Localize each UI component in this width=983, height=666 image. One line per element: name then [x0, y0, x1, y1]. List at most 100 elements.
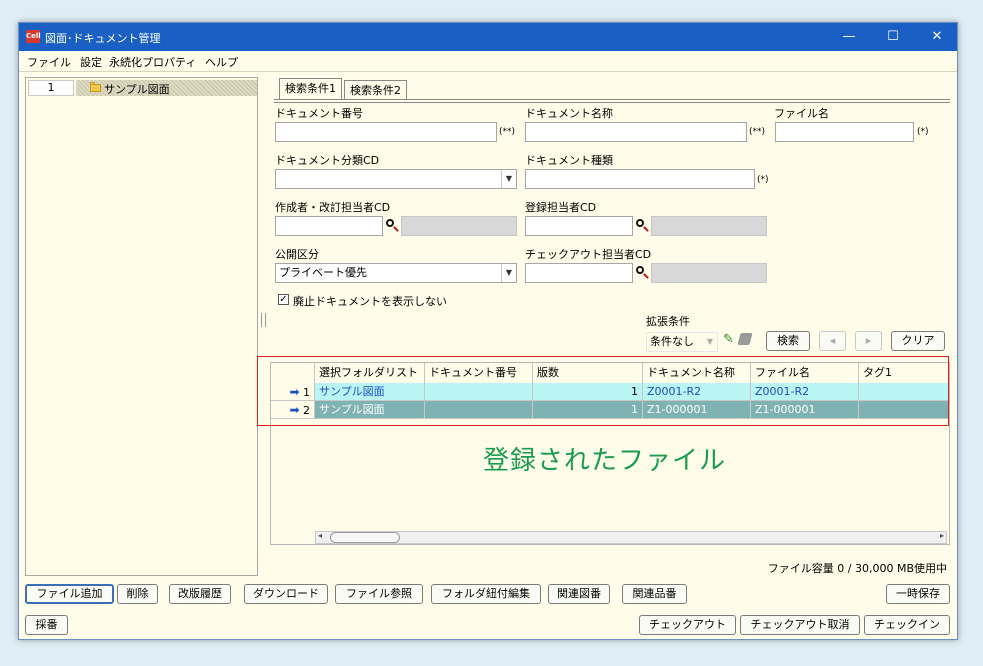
grid-header-file-name[interactable]: ファイル名	[751, 363, 859, 383]
minimize-button[interactable]: —	[827, 23, 871, 51]
prev-button[interactable]: ◂	[819, 331, 846, 351]
next-button[interactable]: ▸	[855, 331, 882, 351]
grid-header-version[interactable]: 版数	[533, 363, 643, 383]
doc-number-input[interactable]	[275, 122, 497, 142]
author-name-field	[401, 216, 517, 236]
search-icon[interactable]	[635, 218, 649, 234]
tab-search-2[interactable]: 検索条件2	[344, 80, 407, 100]
scroll-right-icon[interactable]: ▸	[940, 531, 944, 540]
checkout-user-label: チェックアウト担当者CD	[525, 248, 652, 261]
public-select-value: プライベート優先	[279, 266, 367, 279]
search-icon[interactable]	[635, 265, 649, 281]
eraser-icon[interactable]	[737, 333, 753, 345]
grid-header-doc-number[interactable]: ドキュメント番号	[425, 363, 533, 383]
chevron-down-icon: ▼	[706, 337, 714, 346]
checkin-button[interactable]: チェックイン	[864, 615, 950, 635]
search-button[interactable]: 検索	[766, 331, 810, 351]
author-code-input[interactable]	[275, 216, 383, 236]
hide-obsolete-label: 廃止ドキュメントを表示しない	[293, 295, 447, 308]
author-label: 作成者・改訂担当者CD	[275, 201, 391, 214]
doc-name-mark: (**)	[749, 127, 766, 137]
cell-file-name[interactable]: Z0001-R2	[751, 383, 859, 401]
folder-tree[interactable]: 1 サンプル図面	[25, 77, 258, 576]
add-file-button[interactable]: ファイル追加	[25, 584, 114, 604]
registrar-name-field	[651, 216, 767, 236]
arrow-right-icon: ➡	[289, 403, 300, 417]
maximize-button[interactable]: ☐	[871, 23, 915, 51]
close-button[interactable]: ✕	[915, 23, 959, 51]
checkout-user-code-input[interactable]	[525, 263, 633, 283]
menu-help[interactable]: ヘルプ	[205, 54, 238, 70]
checkout-button[interactable]: チェックアウト	[639, 615, 736, 635]
menu-persistence-properties[interactable]: 永続化プロパティ	[109, 54, 196, 70]
file-reference-button[interactable]: ファイル参照	[335, 584, 423, 604]
cell-tag1[interactable]	[859, 401, 949, 419]
related-drawing-button[interactable]: 関連図番	[548, 584, 610, 604]
scroll-left-icon[interactable]: ◂	[318, 531, 322, 540]
folder-link-edit-button[interactable]: フォルダ紐付編集	[431, 584, 541, 604]
tree-row-number: 1	[28, 80, 74, 96]
doc-number-label: ドキュメント番号	[275, 107, 363, 120]
pane-splitter[interactable]	[261, 313, 266, 327]
related-part-button[interactable]: 関連品番	[622, 584, 687, 604]
search-icon[interactable]	[385, 218, 399, 234]
tab-search-1[interactable]: 検索条件1	[279, 78, 342, 100]
numbering-button[interactable]: 採番	[25, 615, 68, 635]
download-button[interactable]: ダウンロード	[244, 584, 328, 604]
doc-class-label: ドキュメント分類CD	[275, 154, 380, 167]
cell-folder[interactable]: サンプル図面	[315, 383, 425, 401]
cell-doc-name[interactable]: Z1-000001	[643, 401, 751, 419]
ext-condition-select[interactable]: 条件なし ▼	[646, 332, 718, 352]
grid-header-doc-name[interactable]: ドキュメント名称	[643, 363, 751, 383]
title-bar[interactable]: Cell 図面･ドキュメント管理 — ☐ ✕	[19, 23, 957, 51]
tree-item[interactable]: 1 サンプル図面	[28, 80, 257, 96]
delete-button[interactable]: 削除	[117, 584, 158, 604]
chevron-down-icon: ▼	[501, 264, 516, 282]
edit-pencil-icon[interactable]: ✎	[723, 332, 734, 347]
menu-file[interactable]: ファイル	[27, 54, 71, 70]
doc-type-mark: (*)	[757, 175, 769, 185]
menu-settings[interactable]: 設定	[80, 54, 102, 70]
doc-type-label: ドキュメント種類	[525, 154, 613, 167]
tab-divider	[274, 99, 950, 100]
horizontal-scrollbar[interactable]: ◂ ▸	[315, 531, 947, 544]
scrollbar-thumb[interactable]	[330, 532, 400, 543]
table-row[interactable]: ➡ 2 サンプル図面 1 Z1-000001 Z1-000001	[271, 401, 949, 419]
cell-folder[interactable]: サンプル図面	[315, 401, 425, 419]
doc-name-input[interactable]	[525, 122, 747, 142]
row-number: 2	[303, 404, 310, 417]
public-select[interactable]: プライベート優先 ▼	[275, 263, 517, 283]
tree-item-selected[interactable]: サンプル図面	[76, 80, 257, 96]
file-name-mark: (*)	[917, 127, 929, 137]
cell-version[interactable]: 1	[533, 383, 643, 401]
file-name-input[interactable]	[775, 122, 914, 142]
doc-number-mark: (**)	[499, 127, 516, 137]
annotation-registered-files: 登録されたファイル	[483, 446, 727, 476]
table-row[interactable]: ➡ 1 サンプル図面 1 Z0001-R2 Z0001-R2	[271, 383, 949, 401]
menu-bar: ファイル 設定 永続化プロパティ ヘルプ	[19, 51, 957, 72]
clear-button[interactable]: クリア	[891, 331, 945, 351]
app-icon: Cell	[26, 30, 41, 43]
grid-header-folder[interactable]: 選択フォルダリスト	[315, 363, 425, 383]
cell-doc-number[interactable]	[425, 401, 533, 419]
cell-doc-number[interactable]	[425, 383, 533, 401]
doc-class-select[interactable]: ▼	[275, 169, 517, 189]
save-temp-button[interactable]: 一時保存	[886, 584, 950, 604]
cell-version[interactable]: 1	[533, 401, 643, 419]
revision-history-button[interactable]: 改版履歴	[169, 584, 231, 604]
cell-doc-name[interactable]: Z0001-R2	[643, 383, 751, 401]
checkout-user-name-field	[651, 263, 767, 283]
cell-tag1[interactable]	[859, 383, 949, 401]
registrar-code-input[interactable]	[525, 216, 633, 236]
window-title: 図面･ドキュメント管理	[45, 32, 161, 45]
cell-file-name[interactable]: Z1-000001	[751, 401, 859, 419]
ext-condition-label: 拡張条件	[646, 315, 690, 328]
file-name-label: ファイル名	[774, 107, 829, 120]
row-indicator: ➡ 2	[271, 401, 315, 419]
grid-header-corner	[271, 363, 315, 383]
hide-obsolete-checkbox[interactable]: ✓	[278, 294, 289, 305]
checkout-cancel-button[interactable]: チェックアウト取消	[740, 615, 860, 635]
doc-type-input[interactable]	[525, 169, 755, 189]
folder-icon	[90, 84, 101, 92]
grid-header-tag1[interactable]: タグ1	[859, 363, 949, 383]
